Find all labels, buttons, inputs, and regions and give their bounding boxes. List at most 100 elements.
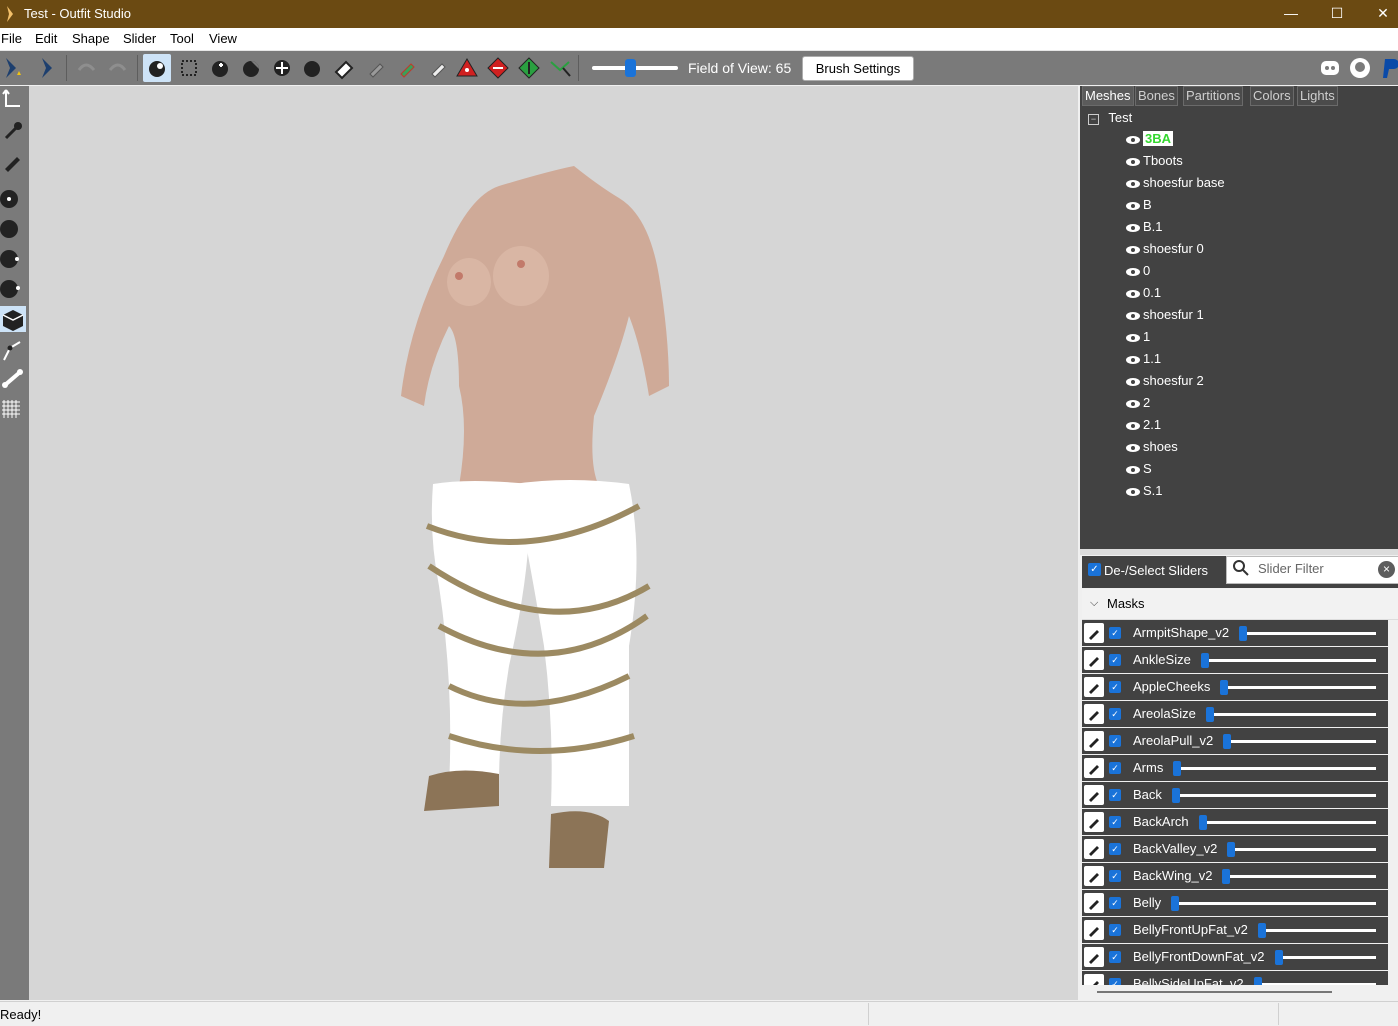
slider-checkbox[interactable]: ✓: [1109, 924, 1121, 936]
mesh-item[interactable]: B: [1125, 196, 1152, 214]
mesh-item[interactable]: shoesfur 1: [1125, 306, 1204, 324]
grid-icon[interactable]: [0, 396, 26, 422]
menu-edit[interactable]: Edit: [35, 31, 57, 46]
slider-track[interactable]: [1173, 902, 1376, 905]
mesh-item[interactable]: shoesfur base: [1125, 174, 1225, 192]
undo-icon[interactable]: [72, 54, 100, 82]
eye-icon[interactable]: [1125, 135, 1141, 145]
slider-checkbox[interactable]: ✓: [1109, 654, 1121, 666]
slider-checkbox[interactable]: ✓: [1109, 789, 1121, 801]
slider-checkbox[interactable]: ✓: [1109, 978, 1121, 985]
edit-slider-icon[interactable]: [1084, 947, 1104, 967]
edit-slider-icon[interactable]: [1084, 731, 1104, 751]
tree-root[interactable]: − Test: [1088, 110, 1132, 125]
slider-track[interactable]: [1175, 767, 1376, 770]
load-outfit-icon[interactable]: [34, 54, 62, 82]
slider-thumb[interactable]: [1275, 950, 1283, 965]
color-pen-icon[interactable]: [393, 54, 421, 82]
eye-icon[interactable]: [1125, 355, 1141, 365]
slider-thumb[interactable]: [1206, 707, 1214, 722]
mesh-item[interactable]: S: [1125, 460, 1152, 478]
mesh-item[interactable]: 2.1: [1125, 416, 1161, 434]
edit-slider-icon[interactable]: [1084, 650, 1104, 670]
standard-brush-icon[interactable]: [143, 54, 171, 82]
maximize-button[interactable]: ☐: [1314, 0, 1360, 28]
slider-thumb[interactable]: [1201, 653, 1209, 668]
tab-bones[interactable]: Bones: [1135, 86, 1178, 106]
eye-icon[interactable]: [1125, 267, 1141, 277]
bone-icon[interactable]: [0, 366, 26, 392]
slider-track[interactable]: [1208, 713, 1376, 716]
github-icon[interactable]: [1346, 54, 1374, 82]
eye-icon[interactable]: [1125, 421, 1141, 431]
edit-slider-icon[interactable]: [1084, 893, 1104, 913]
eye-icon[interactable]: [1125, 487, 1141, 497]
vertex-edit-icon[interactable]: [0, 338, 26, 364]
mesh-item[interactable]: 3BA: [1125, 130, 1174, 148]
slider-thumb[interactable]: [1222, 869, 1230, 884]
slider-thumb[interactable]: [1171, 896, 1179, 911]
slider-thumb[interactable]: [1172, 788, 1180, 803]
edit-slider-icon[interactable]: [1084, 704, 1104, 724]
slider-track[interactable]: [1203, 659, 1376, 662]
slider-track[interactable]: [1277, 956, 1376, 959]
mesh-item[interactable]: B.1: [1125, 218, 1163, 236]
new-project-icon[interactable]: [0, 54, 28, 82]
slider-checkbox[interactable]: ✓: [1109, 681, 1121, 693]
slider-track[interactable]: [1224, 875, 1376, 878]
eye-icon[interactable]: [1125, 465, 1141, 475]
menu-tool[interactable]: Tool: [170, 31, 194, 46]
slider-checkbox[interactable]: ✓: [1109, 735, 1121, 747]
mesh-item[interactable]: shoesfur 2: [1125, 372, 1204, 390]
split-edge-icon[interactable]: [546, 54, 574, 82]
move-brush-icon[interactable]: [268, 54, 296, 82]
eye-icon[interactable]: [1125, 245, 1141, 255]
tab-lights[interactable]: Lights: [1297, 86, 1338, 106]
select-brush-icon[interactable]: [175, 54, 203, 82]
pen-icon[interactable]: [0, 148, 26, 174]
paypal-icon[interactable]: [1376, 54, 1398, 82]
mesh-item[interactable]: 0.1: [1125, 284, 1161, 302]
tab-partitions[interactable]: Partitions: [1183, 86, 1244, 106]
mask-pen-icon[interactable]: [362, 54, 390, 82]
mesh-item[interactable]: 0: [1125, 262, 1150, 280]
brush-radius-4-icon[interactable]: [0, 276, 26, 302]
slider-checkbox[interactable]: ✓: [1109, 762, 1121, 774]
eraser-icon[interactable]: [330, 54, 358, 82]
slider-track[interactable]: [1222, 686, 1376, 689]
eye-icon[interactable]: [1125, 311, 1141, 321]
slider-checkbox[interactable]: ✓: [1109, 897, 1121, 909]
brush-radius-3-icon[interactable]: [0, 246, 26, 272]
slider-track[interactable]: [1201, 821, 1376, 824]
slider-track[interactable]: [1241, 632, 1376, 635]
eye-icon[interactable]: [1125, 333, 1141, 343]
edit-slider-icon[interactable]: [1084, 974, 1104, 985]
slider-track[interactable]: [1256, 983, 1376, 985]
brush-radius-2-icon[interactable]: [0, 216, 26, 242]
slider-thumb[interactable]: [1258, 923, 1266, 938]
eye-icon[interactable]: [1125, 223, 1141, 233]
cube-icon[interactable]: [0, 306, 26, 332]
slider-thumb[interactable]: [1223, 734, 1231, 749]
slider-checkbox[interactable]: ✓: [1109, 708, 1121, 720]
eye-icon[interactable]: [1125, 289, 1141, 299]
mesh-item[interactable]: shoesfur 0: [1125, 240, 1204, 258]
tab-meshes[interactable]: Meshes: [1082, 86, 1134, 106]
slider-track[interactable]: [1174, 794, 1376, 797]
eye-icon[interactable]: [1125, 443, 1141, 453]
menu-slider[interactable]: Slider: [123, 31, 156, 46]
tab-colors[interactable]: Colors: [1250, 86, 1294, 106]
select-axis-icon[interactable]: [0, 86, 26, 112]
transform-icon[interactable]: [0, 118, 26, 144]
slider-track[interactable]: [1225, 740, 1376, 743]
slider-thumb[interactable]: [1239, 626, 1247, 641]
slider-thumb[interactable]: [1173, 761, 1181, 776]
alpha-pen-icon[interactable]: [424, 54, 452, 82]
menu-shape[interactable]: Shape: [72, 31, 110, 46]
slider-checkbox[interactable]: ✓: [1109, 843, 1121, 855]
mesh-item[interactable]: 1: [1125, 328, 1150, 346]
eye-icon[interactable]: [1125, 377, 1141, 387]
close-button[interactable]: ✕: [1360, 0, 1398, 28]
edit-slider-icon[interactable]: [1084, 839, 1104, 859]
menu-file[interactable]: File: [1, 31, 22, 46]
